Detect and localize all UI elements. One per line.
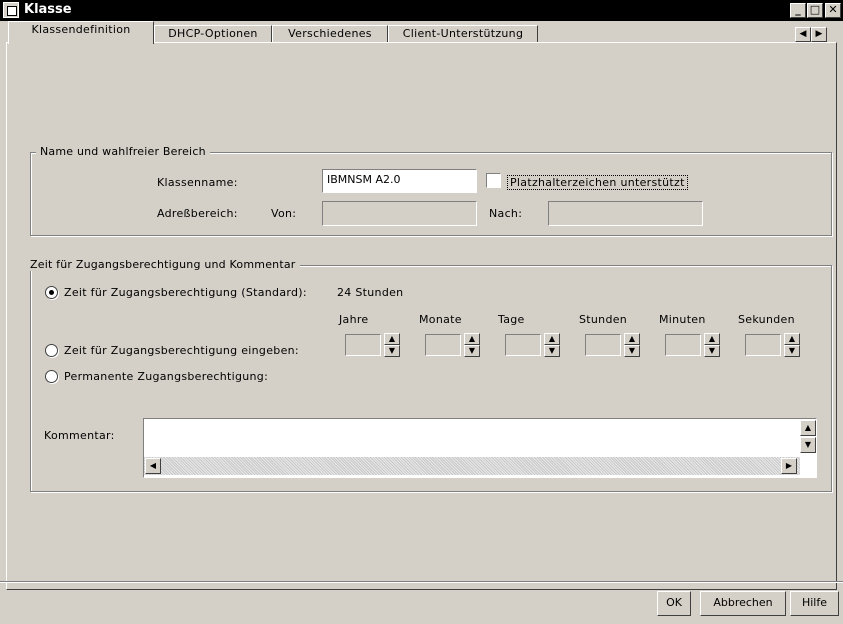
from-input[interactable] (322, 201, 477, 226)
radio-lease-permanent[interactable] (45, 370, 58, 383)
days-spinner[interactable]: ▲ ▼ (544, 333, 560, 357)
lease-default-value: 24 Stunden (337, 286, 404, 299)
unit-label-years: Jahre (339, 313, 369, 326)
scroll-left-icon[interactable]: ◀ (145, 458, 161, 474)
spin-down-icon[interactable]: ▼ (784, 345, 800, 357)
spin-down-icon[interactable]: ▼ (624, 345, 640, 357)
lease-group-legend: Zeit für Zugangsberechtigung und Komment… (26, 258, 300, 271)
seconds-field[interactable] (745, 334, 781, 356)
tab-dhcp-optionen[interactable]: DHCP-Optionen (154, 25, 272, 43)
spin-down-icon[interactable]: ▼ (544, 345, 560, 357)
unit-label-seconds: Sekunden (738, 313, 795, 326)
spin-up-icon[interactable]: ▲ (784, 333, 800, 345)
spin-up-icon[interactable]: ▲ (464, 333, 480, 345)
tab-klassendefinition[interactable]: Klassendefinition (8, 21, 154, 44)
radio-lease-default[interactable] (45, 286, 58, 299)
minimize-icon[interactable]: _ (790, 3, 806, 18)
horizontal-scrollbar[interactable] (144, 457, 800, 475)
lease-custom-label: Zeit für Zugangsberechtigung eingeben: (64, 344, 299, 357)
maximize-icon[interactable]: □ (807, 3, 823, 18)
from-label: Von: (271, 207, 297, 220)
dialog-window: Klasse _ □ ✕ Klassendefinition DHCP-Opti… (0, 0, 843, 624)
spin-down-icon[interactable]: ▼ (464, 345, 480, 357)
cancel-button[interactable]: Abbrechen (700, 591, 786, 616)
hours-spinner[interactable]: ▲ ▼ (624, 333, 640, 357)
scroll-down-icon[interactable]: ▼ (800, 437, 816, 453)
wildcard-label[interactable]: Platzhalterzeichen unterstützt (507, 175, 688, 190)
tab-verschiedenes[interactable]: Verschiedenes (272, 25, 388, 43)
spin-up-icon[interactable]: ▲ (544, 333, 560, 345)
tab-scroll-left-icon[interactable]: ◀ (795, 27, 811, 42)
to-input[interactable] (548, 201, 703, 226)
title-bar: Klasse _ □ ✕ (0, 0, 843, 21)
unit-label-hours: Stunden (579, 313, 628, 326)
comment-label: Kommentar: (44, 429, 115, 442)
minutes-field[interactable] (665, 334, 701, 356)
scroll-right-icon[interactable]: ▶ (781, 458, 797, 474)
months-field[interactable] (425, 334, 461, 356)
unit-label-months: Monate (419, 313, 462, 326)
spin-up-icon[interactable]: ▲ (384, 333, 400, 345)
unit-label-days: Tage (498, 313, 525, 326)
spin-down-icon[interactable]: ▼ (704, 345, 720, 357)
scroll-up-icon[interactable]: ▲ (800, 420, 816, 436)
name-group-legend: Name und wahlfreier Bereich (36, 145, 210, 158)
tab-client-unterstuetzung[interactable]: Client-Unterstützung (388, 25, 538, 43)
window-title: Klasse (24, 2, 72, 17)
wildcard-checkbox[interactable] (486, 173, 501, 188)
spin-down-icon[interactable]: ▼ (384, 345, 400, 357)
seconds-spinner[interactable]: ▲ ▼ (784, 333, 800, 357)
address-range-label: Adreßbereich: (157, 207, 238, 220)
radio-lease-custom[interactable] (45, 344, 58, 357)
spin-up-icon[interactable]: ▲ (704, 333, 720, 345)
spin-up-icon[interactable]: ▲ (624, 333, 640, 345)
unit-label-minutes: Minuten (659, 313, 706, 326)
class-name-input[interactable]: IBMNSM A2.0 (322, 169, 477, 193)
days-field[interactable] (505, 334, 541, 356)
months-spinner[interactable]: ▲ ▼ (464, 333, 480, 357)
tab-bar: Klassendefinition DHCP-Optionen Verschie… (0, 21, 843, 44)
app-icon (3, 2, 19, 18)
minutes-spinner[interactable]: ▲ ▼ (704, 333, 720, 357)
hours-field[interactable] (585, 334, 621, 356)
lease-permanent-label: Permanente Zugangsberechtigung: (64, 370, 269, 383)
close-icon[interactable]: ✕ (825, 3, 841, 18)
class-name-label: Klassenname: (157, 176, 238, 189)
footer-separator (0, 581, 843, 583)
ok-button[interactable]: OK (657, 591, 691, 616)
tab-scroll-right-icon[interactable]: ▶ (811, 27, 827, 42)
to-label: Nach: (489, 207, 523, 220)
comment-textarea[interactable]: ▲ ▼ ◀ ▶ (143, 418, 817, 478)
lease-default-label: Zeit für Zugangsberechtigung (Standard): (64, 286, 307, 299)
years-spinner[interactable]: ▲ ▼ (384, 333, 400, 357)
help-button[interactable]: Hilfe (790, 591, 839, 616)
years-field[interactable] (345, 334, 381, 356)
